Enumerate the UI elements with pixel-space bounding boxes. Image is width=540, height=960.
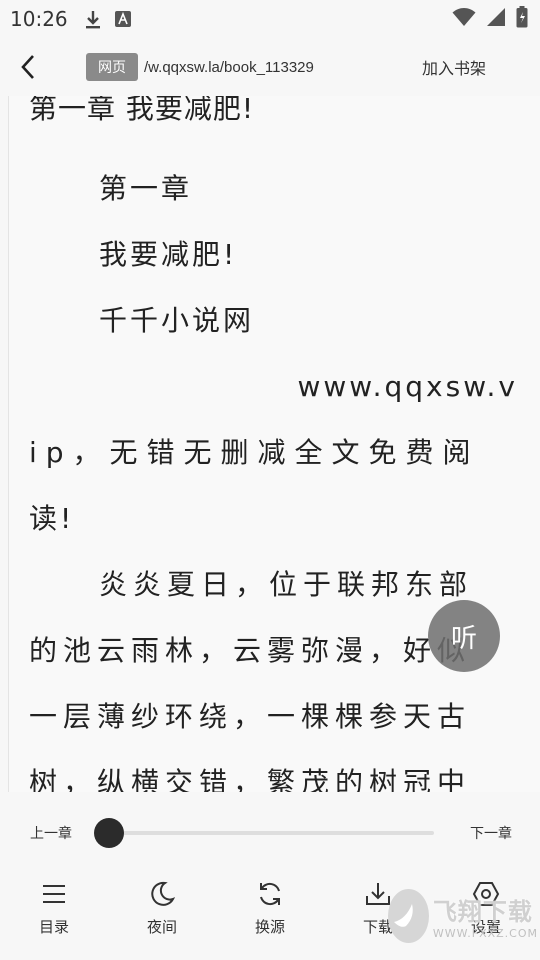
night-mode-button[interactable]: 夜间	[108, 880, 216, 950]
reading-area[interactable]: 第一章 我要减肥! 第一章 我要减肥! 千千小说网 www.qqxsw.v ip…	[8, 96, 540, 792]
keyboard-status-icon	[114, 10, 132, 28]
toc-button[interactable]: 目录	[0, 880, 108, 950]
watermark-title: 飞翔下载	[432, 898, 533, 926]
change-source-button[interactable]: 换源	[216, 880, 324, 950]
toc-label: 目录	[38, 918, 69, 936]
text-line: 我要减肥!	[99, 238, 238, 271]
text-line: 一层薄纱环绕，一棵棵参天古	[29, 700, 472, 733]
header: 网页 /w.qqxsw.la/book_113329 加入书架	[0, 38, 540, 96]
text-line: 树，纵横交错，繁茂的树冠中	[29, 766, 472, 792]
cell-signal-icon	[486, 7, 506, 31]
text-line: 第一章	[99, 172, 193, 205]
url-bar[interactable]: 网页 /w.qqxsw.la/book_113329	[86, 53, 386, 81]
text-line: www.qqxsw.v	[297, 370, 518, 403]
refresh-icon	[260, 882, 280, 906]
add-to-shelf-button[interactable]: 加入书架	[422, 55, 486, 79]
watermark-logo-icon	[388, 889, 429, 943]
change-source-label: 换源	[254, 918, 285, 936]
next-chapter-button[interactable]: 下一章	[470, 823, 512, 843]
text-line: ip，无错无删减全文免费阅	[29, 436, 480, 469]
prev-chapter-button[interactable]: 上一章	[30, 823, 72, 843]
watermark-url: WWW.FXXZ.COM	[432, 927, 538, 940]
text-line: 读!	[29, 502, 75, 535]
chevron-left-icon	[21, 55, 34, 79]
chapter-heading: 第一章 我要减肥!	[29, 96, 255, 125]
url-text: /w.qqxsw.la/book_113329	[144, 58, 314, 76]
menu-icon	[43, 885, 65, 903]
battery-icon	[516, 6, 528, 32]
back-button[interactable]	[0, 38, 56, 96]
status-bar: 10:26	[0, 0, 540, 38]
download-status-icon	[84, 9, 102, 29]
webpage-badge: 网页	[86, 53, 138, 81]
text-line: 千千小说网	[99, 304, 255, 337]
chapter-progress: 上一章 下一章	[0, 808, 540, 858]
wifi-icon	[452, 7, 476, 31]
moon-icon	[151, 881, 176, 906]
night-mode-label: 夜间	[146, 918, 177, 936]
progress-slider-thumb[interactable]	[94, 818, 124, 848]
listen-button[interactable]: 听	[428, 600, 500, 672]
watermark: 飞翔下载 WWW.FXXZ.COM	[388, 880, 538, 952]
status-time: 10:26	[10, 7, 68, 31]
progress-slider-track[interactable]	[108, 831, 434, 835]
